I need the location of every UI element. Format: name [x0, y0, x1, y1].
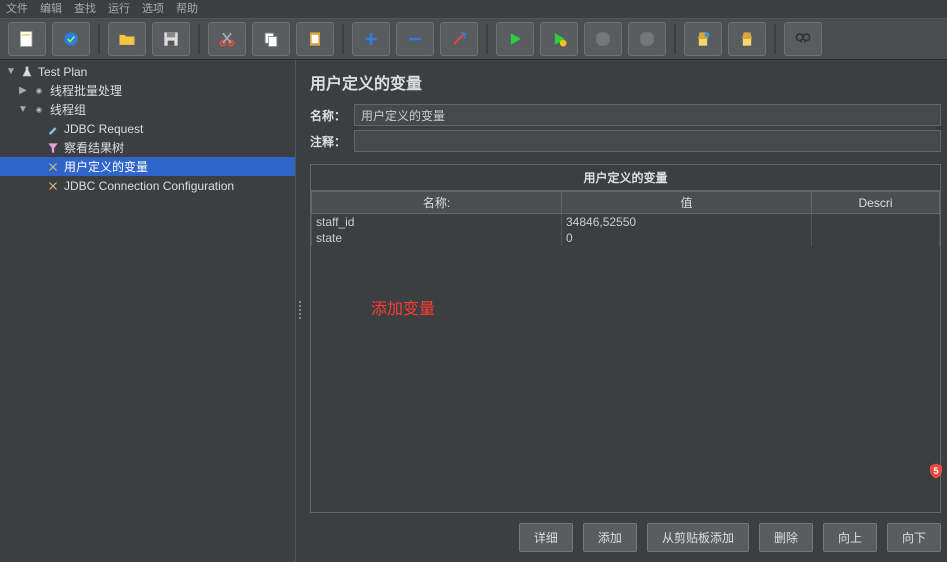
- th-value[interactable]: 值: [562, 192, 812, 214]
- detail-button[interactable]: 详细: [519, 523, 573, 552]
- cell-value[interactable]: 34846,52550: [562, 214, 812, 231]
- menu-file[interactable]: 文件: [6, 0, 28, 16]
- start-button[interactable]: [496, 22, 534, 56]
- svg-text:5: 5: [933, 466, 938, 476]
- delete-button[interactable]: 删除: [759, 523, 813, 552]
- shield-badge-icon: 5: [927, 462, 945, 480]
- button-row: 详细 添加 从剪贴板添加 删除 向上 向下: [304, 513, 947, 562]
- tree-item-jdbc-request[interactable]: JDBC Request: [0, 119, 295, 138]
- expand-button[interactable]: [352, 22, 390, 56]
- tree-label: 察看结果树: [64, 139, 124, 156]
- table-caption: 用户定义的变量: [311, 165, 940, 191]
- cut-button[interactable]: [208, 22, 246, 56]
- cell-desc[interactable]: [812, 214, 940, 231]
- pipette-icon: [45, 121, 61, 137]
- menu-options[interactable]: 选项: [142, 0, 164, 16]
- tree-label: JDBC Request: [64, 122, 143, 136]
- tree-label: 线程组: [50, 101, 86, 118]
- editor-panel: 用户定义的变量 名称： 注释： 用户定义的变量 名称: 值 Descri: [304, 60, 947, 562]
- templates-button[interactable]: [52, 22, 90, 56]
- tree-label: 线程批量处理: [50, 82, 122, 99]
- tree-item-user-variables[interactable]: 用户定义的变量: [0, 157, 295, 176]
- test-plan-tree[interactable]: ▼ Test Plan ▶ 线程批量处理 ▼ 线程组 JDBC Request …: [0, 60, 296, 562]
- comment-label: 注释：: [310, 133, 354, 150]
- name-label: 名称：: [310, 107, 354, 124]
- down-button[interactable]: 向下: [887, 523, 941, 552]
- shutdown-button[interactable]: [628, 22, 666, 56]
- new-button[interactable]: [8, 22, 46, 56]
- menu-search[interactable]: 查找: [74, 0, 96, 16]
- menu-edit[interactable]: 编辑: [40, 0, 62, 16]
- gear-icon: [31, 83, 47, 99]
- twisty-icon[interactable]: ▶: [18, 85, 28, 96]
- cell-name[interactable]: state: [312, 230, 562, 246]
- wrench-icon: [45, 178, 61, 194]
- cell-desc[interactable]: [812, 230, 940, 246]
- tree-item-thread-group[interactable]: ▼ 线程组: [0, 100, 295, 119]
- annotation-text: 添加变量: [371, 295, 435, 319]
- tree-item-test-plan[interactable]: ▼ Test Plan: [0, 62, 295, 81]
- collapse-button[interactable]: [396, 22, 434, 56]
- search-button[interactable]: [784, 22, 822, 56]
- up-button[interactable]: 向上: [823, 523, 877, 552]
- gear-icon: [31, 102, 47, 118]
- menu-run[interactable]: 运行: [108, 0, 130, 16]
- menu-help[interactable]: 帮助: [176, 0, 198, 16]
- toggle-button[interactable]: [440, 22, 478, 56]
- tree-label: JDBC Connection Configuration: [64, 179, 234, 193]
- cell-name[interactable]: staff_id: [312, 214, 562, 231]
- paste-button[interactable]: [296, 22, 334, 56]
- twisty-icon[interactable]: ▼: [6, 66, 16, 77]
- name-input[interactable]: [354, 104, 941, 126]
- funnel-icon: [45, 140, 61, 156]
- open-button[interactable]: [108, 22, 146, 56]
- paste-button[interactable]: 从剪贴板添加: [647, 523, 749, 552]
- table-row[interactable]: state 0: [312, 230, 940, 246]
- menu-bar: 文件 编辑 查找 运行 选项 帮助: [0, 0, 947, 18]
- tree-label: 用户定义的变量: [64, 158, 148, 175]
- stop-button[interactable]: [584, 22, 622, 56]
- tree-item-results-tree[interactable]: 察看结果树: [0, 138, 295, 157]
- clear-all-button[interactable]: [728, 22, 766, 56]
- tree-label: Test Plan: [38, 65, 87, 79]
- th-desc[interactable]: Descri: [812, 192, 940, 214]
- table-row[interactable]: staff_id 34846,52550: [312, 214, 940, 231]
- save-button[interactable]: [152, 22, 190, 56]
- splitter[interactable]: [296, 60, 304, 562]
- add-button[interactable]: 添加: [583, 523, 637, 552]
- clear-button[interactable]: [684, 22, 722, 56]
- twisty-icon[interactable]: ▼: [18, 104, 28, 115]
- toolbar: [0, 18, 947, 60]
- flask-icon: [19, 64, 35, 80]
- wrench-icon: [45, 159, 61, 175]
- panel-title: 用户定义的变量: [304, 60, 947, 102]
- start-no-timers-button[interactable]: [540, 22, 578, 56]
- cell-value[interactable]: 0: [562, 230, 812, 246]
- variables-table[interactable]: 名称: 值 Descri staff_id 34846,52550 state …: [311, 191, 940, 246]
- tree-item-jdbc-config[interactable]: JDBC Connection Configuration: [0, 176, 295, 195]
- variables-table-wrap: 用户定义的变量 名称: 值 Descri staff_id 34846,5255…: [310, 164, 941, 513]
- copy-button[interactable]: [252, 22, 290, 56]
- th-name[interactable]: 名称:: [312, 192, 562, 214]
- comment-input[interactable]: [354, 130, 941, 152]
- tree-item-batch[interactable]: ▶ 线程批量处理: [0, 81, 295, 100]
